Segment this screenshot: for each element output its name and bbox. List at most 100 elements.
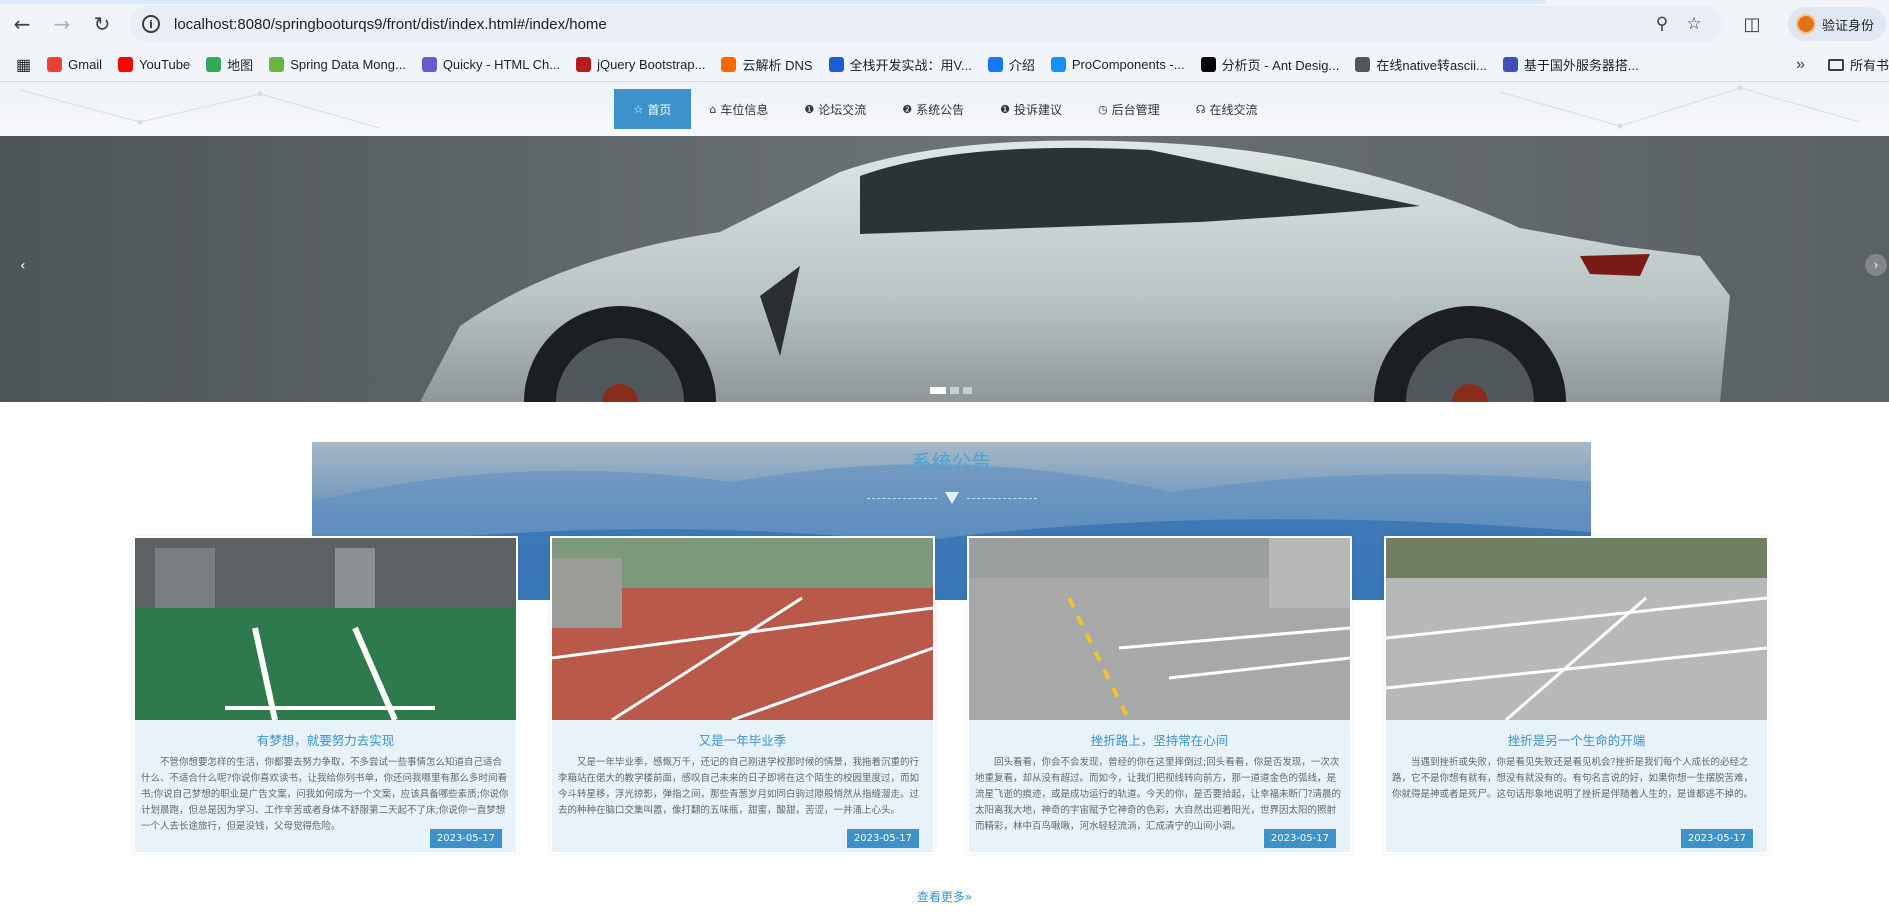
apps-grid-icon[interactable]: ▦ xyxy=(16,55,31,75)
nav-label: 论坛交流 xyxy=(818,102,867,117)
notice-card-date: 2023-05-17 xyxy=(429,829,502,848)
bookmark-item[interactable]: ProComponents -... xyxy=(1050,55,1185,74)
nav-icon: ☆ xyxy=(633,102,644,116)
bookmark-star-icon[interactable]: ☆ xyxy=(1678,14,1710,34)
web-page: ☆ 首页 ⌂ 车位信息 ❶ 论坛交流 ❷ 系统公告 ❶ 投诉建议 ◷ 后台管理 ☊ 在线交流 ‹ › xyxy=(0,82,1889,916)
nav-label: 系统公告 xyxy=(916,102,965,117)
site-info-icon[interactable]: i xyxy=(142,15,160,33)
all-bookmarks-folder[interactable]: 所有书 xyxy=(1827,55,1889,74)
notice-card-image[interactable] xyxy=(135,538,516,720)
bookmark-list: Gmail YouTube 地图 Spring Data Mong... Quicky … xyxy=(47,55,1655,74)
carousel-indicators xyxy=(930,387,976,394)
nav-label: 车位信息 xyxy=(720,102,769,117)
back-arrow-icon[interactable]: ← xyxy=(4,6,40,42)
title-decoration xyxy=(852,492,1052,504)
bookmark-item[interactable]: Spring Data Mong... xyxy=(269,55,406,74)
bookmark-item[interactable]: 全栈开发实战：用V... xyxy=(828,55,972,74)
nav-item[interactable]: ❷ 系统公告 xyxy=(884,89,982,129)
notice-card-body: 回头看看，你会不会发现，曾经的你在这里摔倒过;回头看看，你是否发现，一次次地重复… xyxy=(975,757,1342,832)
zoom-icon[interactable]: ⚲ xyxy=(1646,14,1678,34)
notice-card-image[interactable] xyxy=(1386,538,1767,720)
bookmark-item[interactable]: 地图 xyxy=(206,55,253,74)
reload-icon[interactable]: ↻ xyxy=(84,6,120,42)
folder-icon xyxy=(1827,58,1844,71)
bookmark-item[interactable]: 分析页 - Ant Desig... xyxy=(1200,55,1340,74)
notice-card-title[interactable]: 有梦想，就要努力去实现 xyxy=(135,730,516,749)
carousel-dot[interactable] xyxy=(963,387,972,394)
bookmark-item[interactable]: 在线native转ascii... xyxy=(1355,55,1487,74)
bookmark-label: Gmail xyxy=(68,57,103,72)
carousel-dot[interactable] xyxy=(930,387,946,394)
nav-item[interactable]: ☆ 首页 xyxy=(613,89,692,129)
extensions-icon[interactable]: ◫ xyxy=(1734,14,1770,35)
bookmark-label: 分析页 - Ant Desig... xyxy=(1221,58,1340,73)
nav-item[interactable]: ❶ 投诉建议 xyxy=(982,89,1080,129)
bookmark-label: jQuery Bootstrap... xyxy=(597,57,706,72)
bookmark-label: ProComponents -... xyxy=(1071,57,1185,72)
nav-label: 投诉建议 xyxy=(1014,102,1063,117)
address-bar[interactable]: i localhost:8080/springbooturqs9/front/d… xyxy=(130,6,1722,42)
bookmark-favicon-icon xyxy=(1355,57,1371,72)
bookmark-label: 云解析 DNS xyxy=(742,58,813,73)
notice-card-date: 2023-05-17 xyxy=(846,829,919,848)
profile-label: 验证身份 xyxy=(1822,17,1875,33)
bookmark-label: 地图 xyxy=(227,58,254,73)
notice-section: 系统公告 有梦想，就要努力去实现 不管你想要怎样的生活，你都要去努力争取，不多尝试… xyxy=(0,402,1889,916)
notice-card[interactable]: 有梦想，就要努力去实现不管你想要怎样的生活，你都要去努力争取，不多尝试一些事情怎… xyxy=(133,536,518,854)
notice-card[interactable]: 挫折路上，坚持常在心间回头看看，你会不会发现，曾经的你在这里摔倒过;回头看看，你… xyxy=(967,536,1352,854)
bookmark-item[interactable]: Quicky - HTML Ch... xyxy=(421,55,560,74)
bookmark-favicon-icon xyxy=(421,57,437,72)
notice-card-date: 2023-05-17 xyxy=(1263,829,1336,848)
notice-cards: 有梦想，就要努力去实现不管你想要怎样的生活，你都要去努力争取，不多尝试一些事情怎… xyxy=(133,536,1801,854)
more-bookmarks-icon[interactable]: » xyxy=(1796,56,1805,74)
folder-label: 所有书 xyxy=(1849,58,1889,73)
bookmark-favicon-icon xyxy=(576,57,592,72)
nav-icon: ❶ xyxy=(1000,102,1011,116)
bookmark-label: 介绍 xyxy=(1008,58,1035,73)
avatar xyxy=(1796,14,1816,34)
bookmark-favicon-icon xyxy=(47,57,63,72)
forward-arrow-icon[interactable]: → xyxy=(44,6,80,42)
notice-card-title[interactable]: 又是一年毕业季 xyxy=(552,730,933,749)
url-text[interactable]: localhost:8080/springbooturqs9/front/dis… xyxy=(174,16,1646,33)
nav-icon: ◷ xyxy=(1098,102,1108,116)
notice-card-title[interactable]: 挫折是另一个生命的开端 xyxy=(1386,730,1767,749)
nav-item[interactable]: ◷ 后台管理 xyxy=(1080,89,1178,129)
nav-icon: ❶ xyxy=(804,102,815,116)
view-more-link[interactable]: 查看更多» xyxy=(0,888,1889,905)
notice-card-image[interactable] xyxy=(969,538,1350,720)
notice-card-body: 不管你想要怎样的生活，你都要去努力争取，不多尝试一些事情怎么知道自己适合什么、不… xyxy=(141,757,509,832)
nav-item[interactable]: ❶ 论坛交流 xyxy=(786,89,884,129)
carousel-next-icon[interactable]: › xyxy=(1865,254,1887,276)
nav-menu: ☆ 首页 ⌂ 车位信息 ❶ 论坛交流 ❷ 系统公告 ❶ 投诉建议 ◷ 后台管理 ☊ 在线交流 xyxy=(613,89,1276,129)
bookmark-item[interactable]: 介绍 xyxy=(987,55,1035,74)
bookmark-item[interactable]: Gmail xyxy=(47,55,102,74)
bookmark-favicon-icon xyxy=(721,57,737,72)
nav-item[interactable]: ☊ 在线交流 xyxy=(1178,89,1276,129)
carousel-dot[interactable] xyxy=(950,387,959,394)
nav-icon: ⌂ xyxy=(709,102,717,116)
bookmark-item[interactable]: 云解析 DNS xyxy=(721,55,813,74)
profile-button[interactable]: 验证身份 xyxy=(1788,7,1887,41)
bookmark-label: YouTube xyxy=(139,57,191,72)
bookmark-favicon-icon xyxy=(1050,57,1066,72)
notice-card-body: 又是一年毕业季，感慨万千，还记的自己刚进学校那时候的情景，我拖着沉重的行李箱站在… xyxy=(558,757,920,816)
browser-toolbar: ← → ↻ i localhost:8080/springbooturqs9/f… xyxy=(0,0,1889,48)
notice-card-date: 2023-05-17 xyxy=(1680,829,1753,848)
loading-bar xyxy=(0,0,1545,4)
notice-card-title[interactable]: 挫折路上，坚持常在心间 xyxy=(969,730,1350,749)
nav-item[interactable]: ⌂ 车位信息 xyxy=(691,89,786,129)
notice-card[interactable]: 挫折是另一个生命的开端 当遇到挫折或失败，你是看见失败还是看见机会?挫折是我们每个… xyxy=(1384,536,1769,854)
bookmark-item[interactable]: YouTube xyxy=(118,55,190,74)
bookmark-favicon-icon xyxy=(1502,57,1518,72)
notice-card-image[interactable] xyxy=(552,538,933,720)
notice-card[interactable]: 又是一年毕业季又是一年毕业季，感慨万千，还记的自己刚进学校那时候的情景，我拖着沉… xyxy=(550,536,935,854)
carousel-prev-icon[interactable]: ‹ xyxy=(20,258,26,274)
nav-label: 首页 xyxy=(647,102,672,117)
bookmark-label: 全栈开发实战：用V... xyxy=(849,58,972,73)
bookmark-favicon-icon xyxy=(269,57,285,72)
nav-icon: ❷ xyxy=(902,102,913,116)
bookmark-item[interactable]: 基于国外服务器搭... xyxy=(1502,55,1639,74)
bookmark-item[interactable]: jQuery Bootstrap... xyxy=(576,55,705,74)
bookmark-label: 基于国外服务器搭... xyxy=(1523,58,1639,73)
